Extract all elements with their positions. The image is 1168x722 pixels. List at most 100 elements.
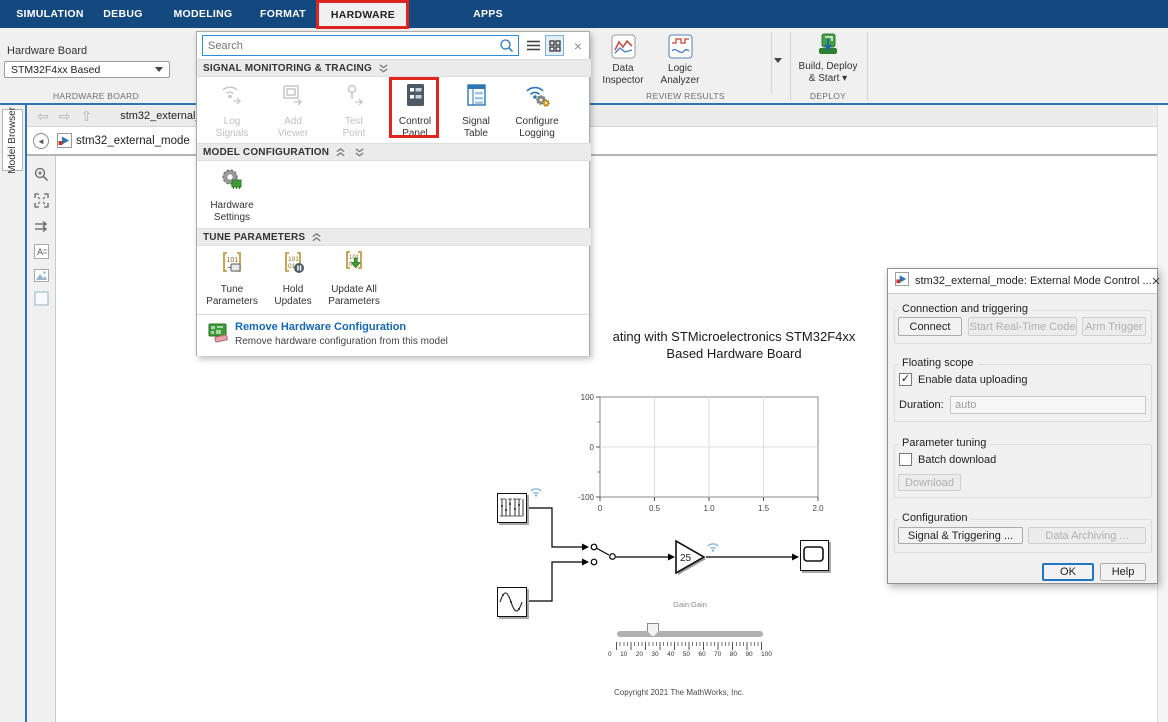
hardware-board-value: STM32F4xx Based	[11, 64, 100, 76]
remove-hardware-configuration-link[interactable]: Remove Hardware Configuration	[235, 321, 406, 333]
build-deploy-start-button[interactable]: Build, Deploy& Start ▾	[794, 31, 862, 85]
slider-tick-label: 100	[761, 651, 772, 658]
gallery-item-hardware-settings[interactable]: HardwareSettings	[202, 166, 262, 224]
fit-to-view-icon[interactable]	[33, 192, 50, 209]
list-view-icon	[527, 40, 540, 51]
logic-analyzer-button[interactable]: LogicAnalyzer	[652, 34, 708, 87]
review-results-section-label: REVIEW RESULTS	[598, 91, 773, 101]
hardware-gallery-panel: × SIGNAL MONITORING & TRACING LogSignals…	[196, 31, 590, 356]
update-all-parameters-icon: 101010	[340, 250, 368, 281]
model-browser-tab[interactable]: Model Browser	[2, 109, 23, 171]
canvas-palette: A	[27, 156, 56, 722]
model-tree-root[interactable]: stm32_external_mode	[76, 135, 190, 147]
data-inspector-button[interactable]: DataInspector	[598, 34, 648, 87]
log-signals-icon	[218, 82, 246, 113]
scope-xtick-15: 1.5	[758, 504, 770, 513]
slider-tick-label: 90	[745, 651, 752, 658]
hardware-board-section-label: HARDWARE BOARD	[0, 91, 192, 101]
section-model-configuration[interactable]: MODEL CONFIGURATION	[197, 143, 591, 161]
tab-format[interactable]: FORMAT	[248, 0, 318, 28]
tab-apps[interactable]: APPS	[455, 0, 521, 28]
ok-button[interactable]: OK	[1042, 563, 1094, 581]
gain-block[interactable]: 25	[674, 539, 710, 582]
tab-hardware[interactable]: HARDWARE	[319, 2, 407, 28]
signal-triggering-button[interactable]: Signal & Triggering ...	[898, 527, 1023, 544]
gallery-item-test-point: TestPoint	[324, 82, 384, 140]
tab-simulation[interactable]: SIMULATION	[10, 0, 90, 28]
tab-debug[interactable]: DEBUG	[93, 0, 153, 28]
scope-ytick-100: 100	[581, 393, 595, 402]
gallery-item-hold-updates[interactable]: 10101 HoldUpdates	[263, 250, 323, 308]
scope-xtick-20: 2.0	[812, 504, 824, 513]
section-title: MODEL CONFIGURATION	[203, 147, 329, 158]
section-tune-parameters[interactable]: TUNE PARAMETERS	[197, 228, 591, 246]
enable-data-uploading-checkbox[interactable]: ✓	[899, 373, 912, 386]
dialog-title: stm32_external_mode: External Mode Contr…	[915, 275, 1152, 287]
scope-ytick-n100: -100	[578, 493, 595, 502]
hardware-board-select[interactable]: STM32F4xx Based	[4, 61, 170, 78]
zoom-icon[interactable]	[33, 166, 50, 183]
scope-xtick-05: 0.5	[649, 504, 661, 513]
slider-tick-label: 60	[698, 651, 705, 658]
gallery-item-control-panel[interactable]: ControlPanel	[385, 82, 445, 140]
area-select-icon[interactable]	[33, 290, 50, 307]
scope-xtick-0: 0	[598, 504, 603, 513]
duration-label: Duration:	[899, 399, 944, 411]
update-diagram-icon[interactable]	[33, 218, 50, 235]
gallery-item-configure-logging[interactable]: ConfigureLogging	[507, 82, 567, 140]
slider-tick-label: 30	[651, 651, 658, 658]
gallery-expand-arrow[interactable]	[774, 58, 782, 63]
model-title-annotation: ating with STMicroelectronics STM32F4xx …	[583, 329, 885, 362]
ribbon-separator	[867, 32, 868, 100]
enable-data-uploading-label: Enable data uploading	[918, 374, 1027, 386]
tune-parameters-icon: 101	[218, 250, 246, 281]
gain-slider-track[interactable]	[617, 631, 763, 637]
grid-view-button[interactable]	[545, 35, 564, 56]
chevron-double-down-icon[interactable]	[378, 63, 389, 74]
panel-footer[interactable]: Remove Hardware Configuration Remove har…	[197, 314, 589, 356]
search-input[interactable]	[203, 40, 499, 52]
chevron-double-up-icon[interactable]	[335, 147, 346, 158]
simulink-model-icon	[895, 272, 909, 291]
model-title-line1: ating with STMicroelectronics STM32F4xx	[583, 329, 885, 346]
build-deploy-icon	[815, 31, 841, 61]
group-label: Connection and triggering	[898, 303, 1032, 315]
slider-tick-label: 10	[620, 651, 627, 658]
help-button[interactable]: Help	[1100, 563, 1146, 581]
ribbon-separator	[790, 32, 791, 100]
slider-tick-label: 70	[714, 651, 721, 658]
chevron-double-down-icon[interactable]	[354, 147, 365, 158]
connect-button[interactable]: Connect	[898, 317, 962, 336]
tab-modeling[interactable]: MODELING	[163, 0, 243, 28]
svg-text:101: 101	[227, 257, 239, 264]
collapse-panel-button[interactable]: ◄	[33, 133, 49, 149]
grid-view-icon	[549, 40, 561, 52]
image-icon[interactable]	[33, 267, 50, 284]
gallery-item-update-all-parameters[interactable]: 101010 Update AllParameters	[324, 250, 384, 308]
gallery-item-tune-parameters[interactable]: 101 TuneParameters	[202, 250, 262, 308]
slider-tick-label: 50	[683, 651, 690, 658]
section-signal-monitoring[interactable]: SIGNAL MONITORING & TRACING	[197, 59, 591, 77]
batch-download-label: Batch download	[918, 454, 996, 466]
add-viewer-icon	[279, 82, 307, 113]
annotation-icon[interactable]: A	[33, 243, 50, 260]
canvas-scrollbar-gutter[interactable]	[1157, 105, 1168, 722]
dialog-title-bar[interactable]: stm32_external_mode: External Mode Contr…	[888, 269, 1157, 294]
list-view-button[interactable]	[524, 35, 543, 56]
sine-wave-block[interactable]	[497, 587, 527, 617]
chevron-double-up-icon[interactable]	[311, 232, 322, 243]
batch-download-checkbox[interactable]	[899, 453, 912, 466]
deploy-section-label: DEPLOY	[792, 91, 864, 101]
signal-source-block[interactable]	[497, 493, 527, 523]
gallery-item-signal-table[interactable]: SignalTable	[446, 82, 506, 140]
dialog-close-icon[interactable]: ×	[1152, 274, 1161, 289]
simulink-window: SIMULATION DEBUG MODELING FORMAT HARDWAR…	[0, 0, 1168, 722]
dashboard-scope-plot: 100 0 -100 0 0.5 1.0 1.5 2.0	[575, 388, 827, 519]
model-title-line2: Based Hardware Board	[583, 346, 885, 363]
copyright-annotation: Copyright 2021 The MathWorks, Inc.	[588, 688, 770, 697]
simulink-model-icon	[57, 133, 72, 153]
close-panel-icon[interactable]: ×	[570, 35, 586, 56]
scope-block[interactable]	[800, 540, 829, 571]
hardware-board-label: Hardware Board	[7, 45, 87, 57]
slider-tick-label: 40	[667, 651, 674, 658]
